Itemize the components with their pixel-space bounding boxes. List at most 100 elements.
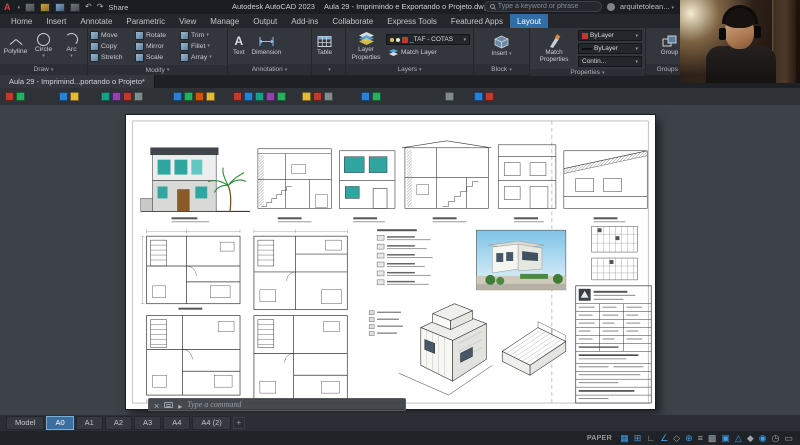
modify-tool-button[interactable]: Stretch	[90, 53, 134, 62]
clean-screen-icon[interactable]: ▭	[784, 433, 793, 443]
layers-panel-footer[interactable]: Layers	[346, 64, 473, 75]
snap-icon[interactable]: ⊞	[634, 433, 642, 443]
layer-properties-button[interactable]: Layer Properties	[349, 31, 383, 61]
space-toggle[interactable]: PAPER	[587, 435, 612, 442]
app-menu-chevron-icon[interactable]	[16, 2, 21, 13]
ribbon-tab[interactable]: Collaborate	[325, 14, 380, 28]
toolbar-icon[interactable]	[372, 92, 381, 101]
toolbar-icon[interactable]	[266, 92, 275, 101]
toolbar-icon[interactable]	[101, 92, 110, 101]
search-input[interactable]	[497, 3, 596, 10]
layout-tab[interactable]: A3	[134, 416, 162, 430]
isodraft-icon[interactable]: ◇	[673, 433, 680, 443]
ribbon-tab[interactable]: Add-ins	[284, 14, 325, 28]
draw-panel-footer[interactable]: Draw	[0, 64, 87, 75]
toolbar-icon[interactable]	[5, 92, 14, 101]
properties-panel-footer[interactable]: Properties	[530, 69, 645, 76]
insert-block-button[interactable]: Insert	[489, 35, 513, 58]
match-layer-button[interactable]: Match Layer	[386, 47, 470, 58]
ribbon-tab[interactable]: Output	[246, 14, 284, 28]
grid-icon[interactable]: ▦	[620, 433, 629, 443]
modify-tool-button[interactable]: Mirror	[135, 42, 179, 51]
close-icon[interactable]	[154, 396, 159, 414]
table-panel-footer[interactable]	[312, 64, 345, 75]
object-color-select[interactable]: ByLayer	[578, 30, 642, 41]
dimension-button[interactable]: Dimension	[250, 35, 284, 56]
lineweight-icon[interactable]: ≡	[698, 433, 703, 443]
annotation-panel-footer[interactable]: Annotation	[228, 64, 311, 75]
keyboard-icon[interactable]	[164, 401, 174, 408]
toolbar-icon[interactable]	[59, 92, 68, 101]
layout-tab[interactable]: A4 (2)	[192, 416, 231, 430]
toolbar-icon[interactable]	[184, 92, 193, 101]
ribbon-tab[interactable]: Express Tools	[380, 14, 444, 28]
modify-tool-button[interactable]: Fillet ▾	[180, 42, 224, 51]
toolbar-icon[interactable]	[474, 92, 483, 101]
draw-tool-button[interactable]: Circle ▾	[31, 32, 56, 60]
toolbar-icon[interactable]	[277, 92, 286, 101]
lineweight-select[interactable]: ByLayer	[578, 43, 642, 54]
toolbar-icon[interactable]	[134, 92, 143, 101]
layer-select[interactable]: _TAF - COTAS	[386, 34, 470, 45]
toolbar-icon[interactable]	[313, 92, 322, 101]
file-tab[interactable]: Aula 29 - Imprimind...portando o Projeto…	[0, 75, 155, 88]
toolbar-icon[interactable]	[16, 92, 25, 101]
plot-icon[interactable]	[70, 2, 81, 12]
ribbon-tab[interactable]: Layout	[509, 14, 548, 28]
modify-tool-button[interactable]: Rotate	[135, 31, 179, 40]
autocad-logo[interactable]: A	[4, 2, 11, 12]
recent-commands-icon[interactable]	[178, 396, 182, 414]
linetype-select[interactable]: Contin...	[578, 56, 642, 67]
toolbar-icon[interactable]	[485, 92, 494, 101]
polar-tracking-icon[interactable]: ∠	[660, 433, 668, 443]
toolbar-icon[interactable]	[195, 92, 204, 101]
clock-icon[interactable]: ◷	[772, 433, 780, 443]
toolbar-icon[interactable]	[244, 92, 253, 101]
ribbon-tab[interactable]: Parametric	[119, 14, 172, 28]
draw-tool-button[interactable]: Polyline	[3, 35, 28, 57]
toolbar-icon[interactable]	[324, 92, 333, 101]
toolbar-icon[interactable]	[70, 92, 79, 101]
ortho-icon[interactable]: ∟	[646, 433, 655, 443]
toolbar-icon[interactable]	[445, 92, 454, 101]
command-input[interactable]	[187, 400, 400, 409]
toolbar-icon[interactable]	[112, 92, 121, 101]
ribbon-tab[interactable]: Insert	[39, 14, 73, 28]
share-button[interactable]: Share	[108, 3, 128, 12]
toolbar-icon[interactable]	[123, 92, 132, 101]
ribbon-tab[interactable]: Featured Apps	[444, 14, 510, 28]
modify-tool-button[interactable]: Copy	[90, 42, 134, 51]
modify-panel-footer[interactable]: Modify	[88, 65, 227, 75]
ribbon-tab[interactable]: Home	[4, 14, 39, 28]
layout-tab[interactable]: A2	[104, 416, 132, 430]
ribbon-tab[interactable]: Annotate	[73, 14, 119, 28]
modify-tool-button[interactable]: Scale	[135, 53, 179, 62]
account-avatar[interactable]	[606, 2, 615, 11]
layout-tab[interactable]: A0	[46, 416, 74, 430]
new-layout-button[interactable]: +	[232, 417, 245, 429]
toolbar-icon[interactable]	[206, 92, 215, 101]
ribbon-tab[interactable]: Manage	[203, 14, 246, 28]
osnap-icon[interactable]: ⊕	[685, 433, 693, 443]
toolbar-icon[interactable]	[233, 92, 242, 101]
workspace-icon[interactable]: ◆	[747, 433, 754, 443]
drawing-canvas[interactable]	[0, 105, 800, 415]
layout-tab[interactable]: A4	[163, 416, 191, 430]
text-button[interactable]: Text	[231, 35, 247, 56]
account-name[interactable]: arquitetolean...	[620, 2, 674, 11]
draw-tool-button[interactable]: Arc ▾	[59, 32, 84, 60]
open-file-icon[interactable]	[40, 2, 51, 12]
toolbar-icon[interactable]	[361, 92, 370, 101]
modify-tool-button[interactable]: Array ▾	[180, 53, 224, 62]
layout-tab[interactable]: Model	[6, 416, 45, 430]
save-file-icon[interactable]	[55, 2, 66, 12]
new-file-icon[interactable]	[25, 2, 36, 12]
dynamic-input-icon[interactable]: ▣	[721, 433, 730, 443]
toolbar-icon[interactable]	[173, 92, 182, 101]
undo-icon[interactable]	[85, 2, 92, 12]
block-panel-footer[interactable]: Block	[474, 64, 529, 75]
annotation-scale-icon[interactable]: △	[735, 433, 742, 443]
modify-tool-button[interactable]: Move	[90, 31, 134, 40]
transparency-icon[interactable]: ▩	[708, 433, 717, 443]
group-button[interactable]: Group	[659, 35, 681, 56]
